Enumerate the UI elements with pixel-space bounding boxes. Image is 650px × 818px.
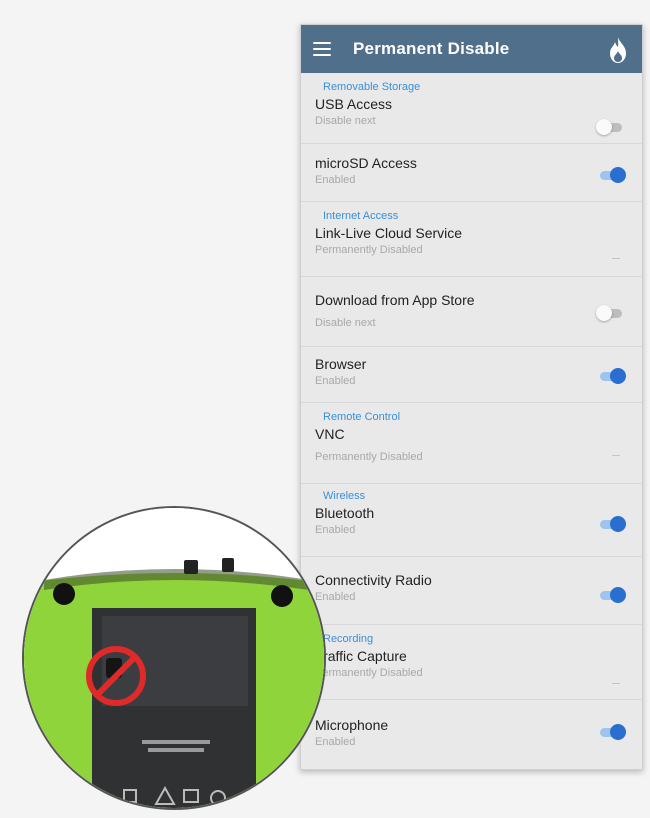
setting-label: VNC: [315, 426, 345, 442]
setting-label: Browser: [315, 356, 367, 372]
setting-label: Download from App Store: [315, 292, 475, 308]
setting-row-microsd-access[interactable]: microSD Access Enabled: [301, 144, 642, 202]
setting-status: Enabled: [315, 524, 356, 536]
page-title: Permanent Disable: [353, 39, 510, 58]
setting-status: Permanently Disabled: [315, 451, 423, 463]
device-closeup-image: [22, 506, 326, 810]
setting-row-usb-access[interactable]: USB Access Disable next: [301, 95, 642, 144]
setting-row-traffic-capture[interactable]: Traffic Capture Permanently Disabled: [301, 647, 642, 700]
no-control-dash: [612, 455, 620, 456]
setting-status: Enabled: [315, 375, 356, 387]
setting-label: Connectivity Radio: [315, 572, 432, 588]
setting-row-microphone[interactable]: Microphone Enabled: [301, 700, 642, 766]
setting-row-browser[interactable]: Browser Enabled: [301, 347, 642, 403]
no-control-dash: [612, 258, 620, 259]
section-header-internet-access: Internet Access: [323, 210, 399, 222]
section-header-recording: Recording: [323, 633, 374, 645]
usb-access-toggle[interactable]: [596, 119, 624, 135]
setting-row-link-live-cloud[interactable]: Link-Live Cloud Service Permanently Disa…: [301, 224, 642, 277]
bluetooth-toggle[interactable]: [598, 516, 626, 532]
setting-status: Permanently Disabled: [315, 667, 423, 679]
setting-label: Microphone: [315, 717, 389, 733]
setting-label: microSD Access: [315, 155, 417, 171]
setting-label: Traffic Capture: [315, 648, 407, 664]
setting-status: Disable next: [315, 115, 376, 127]
section-header-removable-storage: Removable Storage: [323, 81, 421, 93]
setting-label: Bluetooth: [315, 505, 375, 521]
setting-row-bluetooth[interactable]: Bluetooth Enabled: [301, 504, 642, 557]
device-back-illustration: [24, 508, 324, 808]
setting-status: Enabled: [315, 174, 356, 186]
section-header-wireless: Wireless: [323, 490, 366, 502]
flame-icon[interactable]: [606, 36, 630, 64]
microphone-toggle[interactable]: [598, 724, 626, 740]
setting-label: Link-Live Cloud Service: [315, 225, 463, 241]
section-header-remote-control: Remote Control: [323, 411, 401, 423]
setting-status: Enabled: [315, 736, 356, 748]
app-store-toggle[interactable]: [596, 305, 624, 321]
setting-status: Disable next: [315, 317, 376, 329]
setting-status: Permanently Disabled: [315, 244, 423, 256]
setting-row-connectivity-radio[interactable]: Connectivity Radio Enabled: [301, 557, 642, 625]
setting-row-vnc[interactable]: VNC Permanently Disabled: [301, 425, 642, 484]
menu-icon[interactable]: [313, 42, 331, 56]
setting-label: USB Access: [315, 96, 393, 112]
setting-status: Enabled: [315, 591, 356, 603]
microsd-access-toggle[interactable]: [598, 167, 626, 183]
permanent-disable-panel: Permanent Disable Removable Storage USB …: [300, 24, 643, 770]
connectivity-radio-toggle[interactable]: [598, 587, 626, 603]
setting-row-download-app-store[interactable]: Download from App Store Disable next: [301, 277, 642, 347]
app-bar: Permanent Disable: [301, 25, 642, 73]
browser-toggle[interactable]: [598, 368, 626, 384]
no-control-dash: [612, 683, 620, 684]
